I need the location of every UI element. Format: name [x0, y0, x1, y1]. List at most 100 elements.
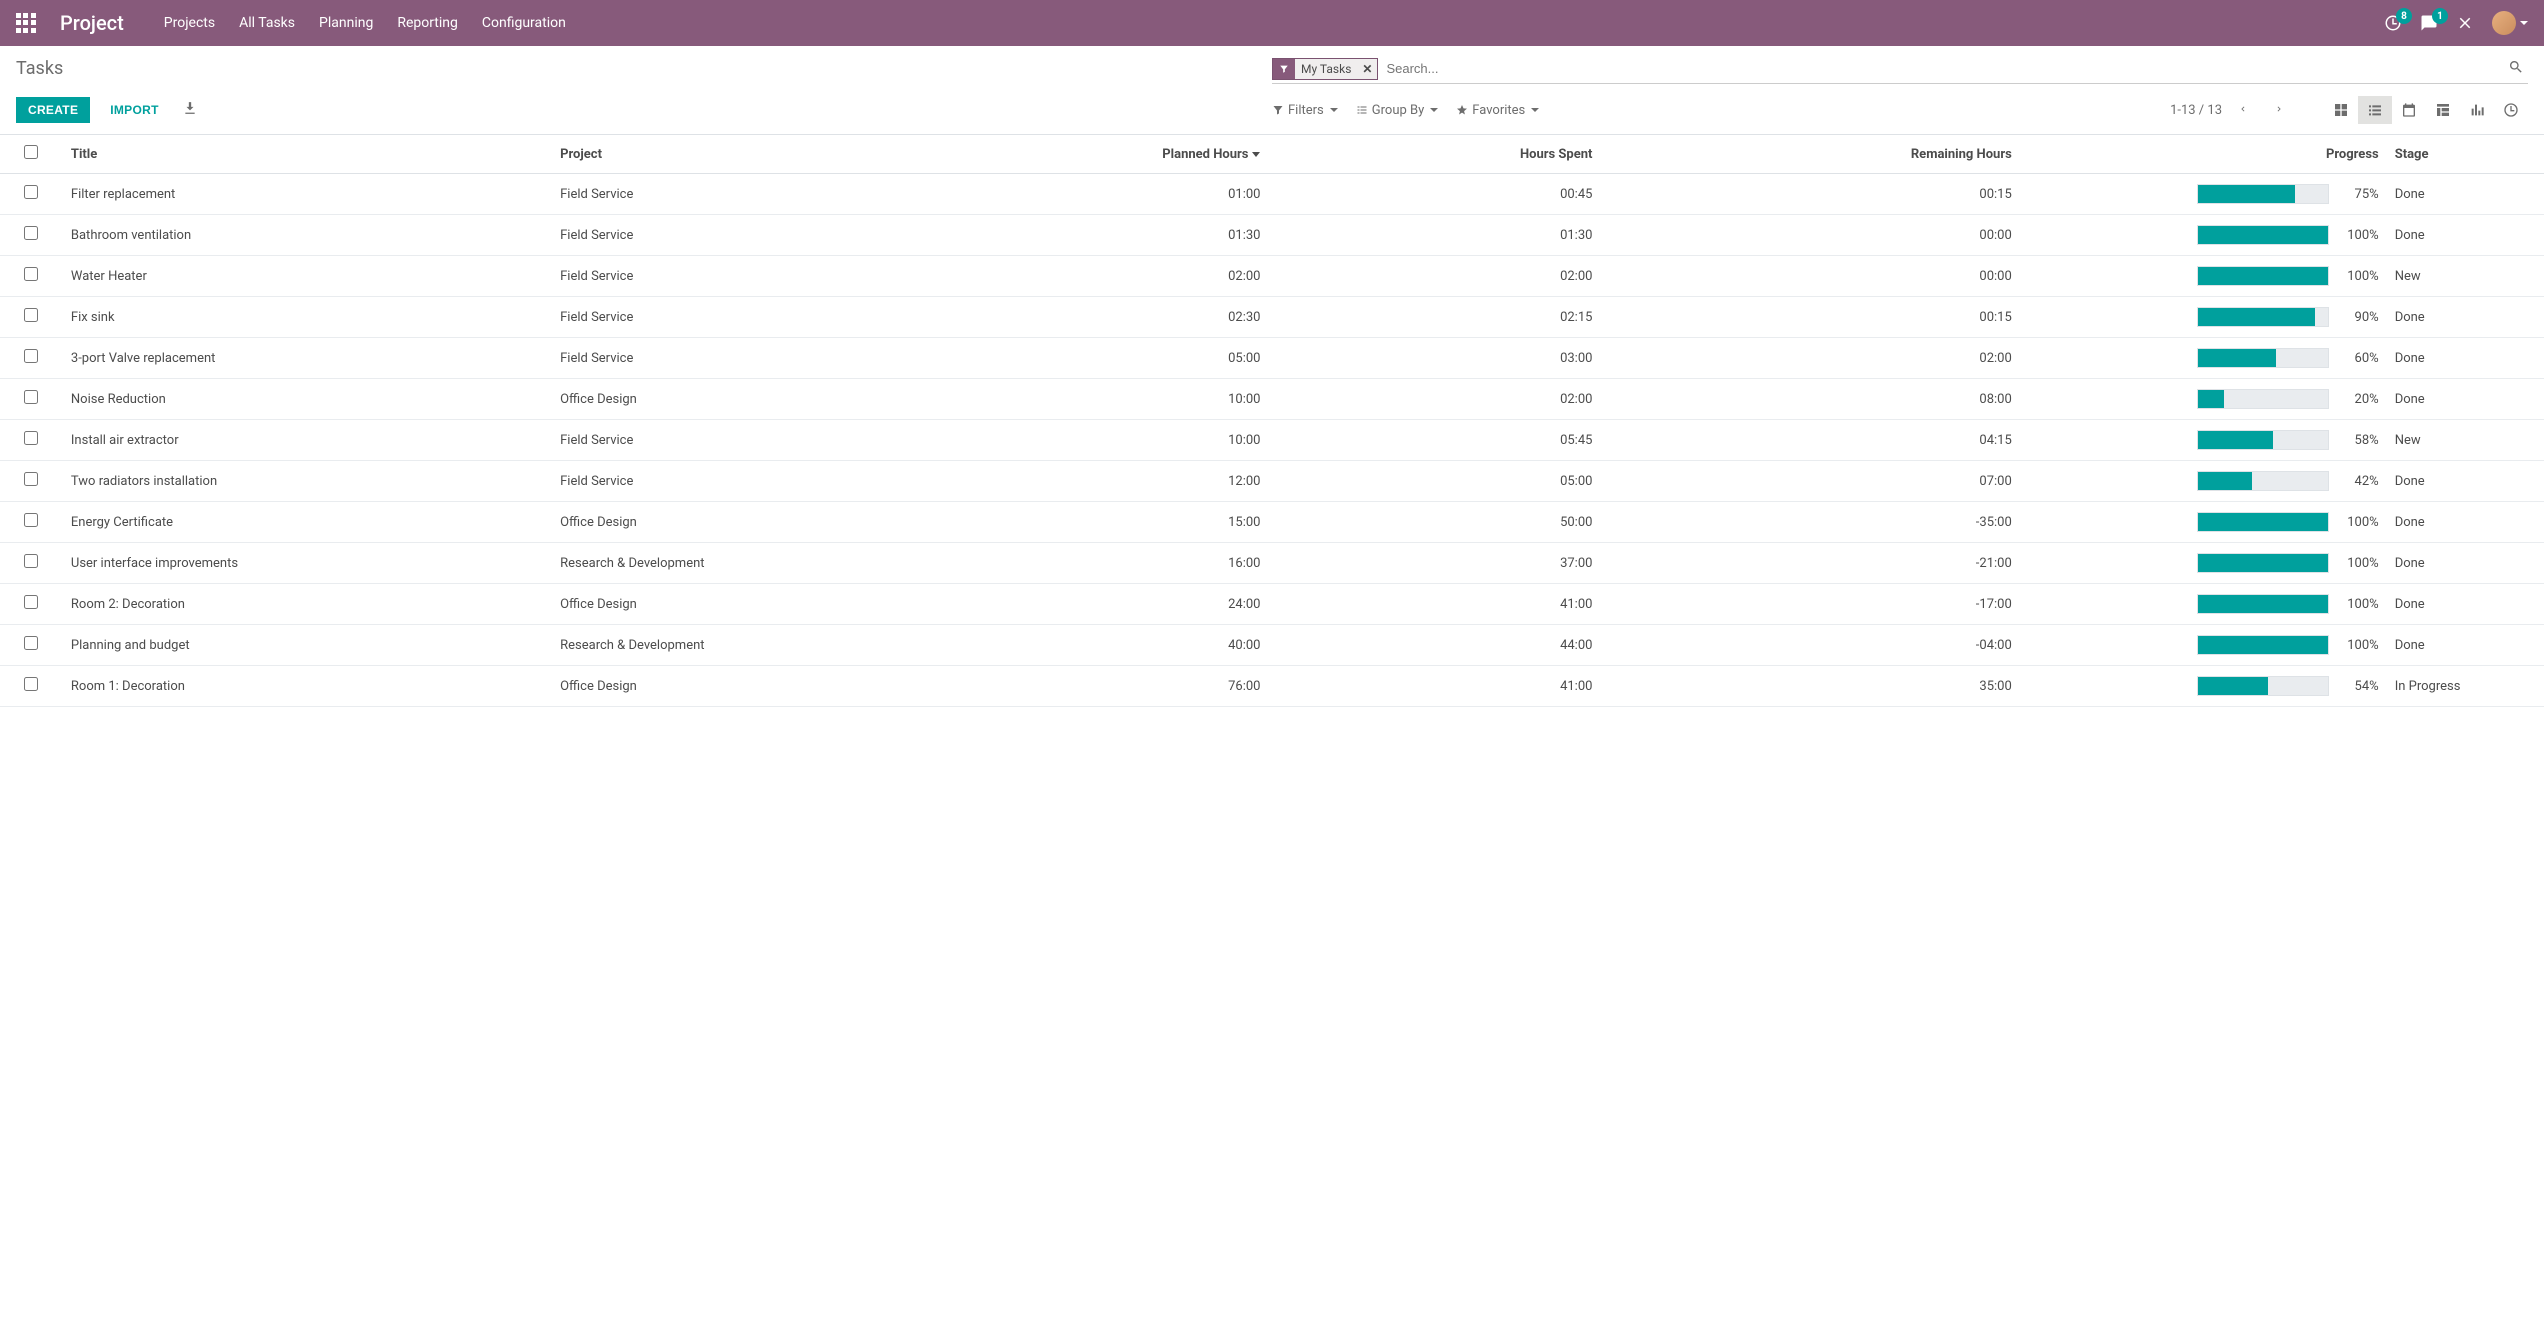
- row-checkbox[interactable]: [24, 513, 38, 527]
- user-menu[interactable]: [2492, 11, 2528, 35]
- activity-view-button[interactable]: [2494, 96, 2528, 124]
- cell-stage: New: [2387, 256, 2544, 297]
- cell-title: User interface improvements: [63, 543, 552, 584]
- col-remaining-hours[interactable]: Remaining Hours: [1600, 135, 2019, 174]
- search-bar[interactable]: My Tasks ✕: [1272, 54, 2528, 84]
- task-list: Title Project Planned Hours Hours Spent …: [0, 134, 2544, 707]
- pager-next[interactable]: [2264, 97, 2294, 124]
- chevron-right-icon: [2274, 104, 2284, 114]
- cell-planned: 02:00: [971, 256, 1268, 297]
- nav-configuration[interactable]: Configuration: [482, 15, 566, 31]
- cell-title: Room 2: Decoration: [63, 584, 552, 625]
- kanban-view-button[interactable]: [2324, 96, 2358, 124]
- progress-pct: 100%: [2339, 556, 2379, 571]
- progress-bar: [2197, 471, 2329, 491]
- row-checkbox[interactable]: [24, 185, 38, 199]
- table-row[interactable]: Filter replacementField Service01:0000:4…: [0, 174, 2544, 215]
- activities-icon[interactable]: 8: [2384, 14, 2402, 32]
- progress-pct: 54%: [2339, 679, 2379, 694]
- cell-progress: 90%: [2020, 297, 2387, 338]
- cell-project: Office Design: [552, 666, 971, 707]
- close-icon[interactable]: [2456, 14, 2474, 32]
- cell-remaining: 04:15: [1600, 420, 2019, 461]
- pager-prev[interactable]: [2228, 97, 2258, 124]
- table-row[interactable]: Two radiators installationField Service1…: [0, 461, 2544, 502]
- cell-title: Filter replacement: [63, 174, 552, 215]
- table-row[interactable]: Room 1: DecorationOffice Design76:0041:0…: [0, 666, 2544, 707]
- calendar-view-button[interactable]: [2392, 96, 2426, 124]
- row-checkbox[interactable]: [24, 267, 38, 281]
- row-checkbox[interactable]: [24, 677, 38, 691]
- table-row[interactable]: Bathroom ventilationField Service01:3001…: [0, 215, 2544, 256]
- cell-spent: 02:15: [1268, 297, 1600, 338]
- cell-title: Room 1: Decoration: [63, 666, 552, 707]
- table-row[interactable]: User interface improvementsResearch & De…: [0, 543, 2544, 584]
- col-stage[interactable]: Stage: [2387, 135, 2544, 174]
- col-planned-hours[interactable]: Planned Hours: [971, 135, 1268, 174]
- table-row[interactable]: Planning and budgetResearch & Developmen…: [0, 625, 2544, 666]
- table-row[interactable]: Install air extractorField Service10:000…: [0, 420, 2544, 461]
- favorites-label: Favorites: [1472, 103, 1525, 118]
- select-all-checkbox[interactable]: [24, 145, 38, 159]
- nav-all-tasks[interactable]: All Tasks: [239, 15, 295, 31]
- row-checkbox[interactable]: [24, 226, 38, 240]
- row-checkbox[interactable]: [24, 431, 38, 445]
- import-button[interactable]: IMPORT: [102, 97, 166, 123]
- nav-reporting[interactable]: Reporting: [397, 15, 458, 31]
- cell-progress: 54%: [2020, 666, 2387, 707]
- progress-bar: [2197, 389, 2329, 409]
- nav-projects[interactable]: Projects: [164, 15, 215, 31]
- cell-remaining: 08:00: [1600, 379, 2019, 420]
- pager-range[interactable]: 1-13 / 13: [2170, 103, 2222, 118]
- cell-title: Install air extractor: [63, 420, 552, 461]
- col-title[interactable]: Title: [63, 135, 552, 174]
- cell-planned: 10:00: [971, 379, 1268, 420]
- cell-title: Planning and budget: [63, 625, 552, 666]
- pivot-view-button[interactable]: [2426, 96, 2460, 124]
- row-checkbox[interactable]: [24, 595, 38, 609]
- cell-spent: 03:00: [1268, 338, 1600, 379]
- search-facet: My Tasks ✕: [1272, 58, 1378, 80]
- create-button[interactable]: CREATE: [16, 97, 90, 123]
- col-hours-spent[interactable]: Hours Spent: [1268, 135, 1600, 174]
- caret-down-icon: [1531, 108, 1539, 112]
- apps-icon[interactable]: [16, 13, 36, 33]
- app-brand[interactable]: Project: [60, 11, 124, 35]
- cell-planned: 40:00: [971, 625, 1268, 666]
- cell-stage: New: [2387, 420, 2544, 461]
- table-row[interactable]: Energy CertificateOffice Design15:0050:0…: [0, 502, 2544, 543]
- funnel-icon: [1273, 64, 1295, 74]
- messages-badge: 1: [2432, 8, 2448, 24]
- list-view-button[interactable]: [2358, 96, 2392, 124]
- caret-down-icon: [1430, 108, 1438, 112]
- cell-project: Office Design: [552, 584, 971, 625]
- table-row[interactable]: Water HeaterField Service02:0002:0000:00…: [0, 256, 2544, 297]
- graph-view-button[interactable]: [2460, 96, 2494, 124]
- search-icon[interactable]: [2504, 59, 2528, 79]
- favorites-dropdown[interactable]: Favorites: [1456, 103, 1539, 118]
- cell-project: Research & Development: [552, 625, 971, 666]
- view-switcher: [2324, 96, 2528, 124]
- row-checkbox[interactable]: [24, 636, 38, 650]
- download-icon[interactable]: [179, 97, 201, 123]
- row-checkbox[interactable]: [24, 472, 38, 486]
- col-project[interactable]: Project: [552, 135, 971, 174]
- table-row[interactable]: Room 2: DecorationOffice Design24:0041:0…: [0, 584, 2544, 625]
- row-checkbox[interactable]: [24, 390, 38, 404]
- groupby-dropdown[interactable]: Group By: [1356, 103, 1439, 118]
- row-checkbox[interactable]: [24, 349, 38, 363]
- row-checkbox[interactable]: [24, 554, 38, 568]
- row-checkbox[interactable]: [24, 308, 38, 322]
- filters-dropdown[interactable]: Filters: [1272, 103, 1338, 118]
- messages-icon[interactable]: 1: [2420, 14, 2438, 32]
- search-input[interactable]: [1378, 57, 2504, 80]
- col-progress[interactable]: Progress: [2020, 135, 2387, 174]
- cell-progress: 100%: [2020, 256, 2387, 297]
- nav-planning[interactable]: Planning: [319, 15, 373, 31]
- caret-down-icon: [1330, 108, 1338, 112]
- table-row[interactable]: Noise ReductionOffice Design10:0002:0008…: [0, 379, 2544, 420]
- table-row[interactable]: Fix sinkField Service02:3002:1500:1590%D…: [0, 297, 2544, 338]
- table-row[interactable]: 3-port Valve replacementField Service05:…: [0, 338, 2544, 379]
- facet-remove[interactable]: ✕: [1357, 59, 1377, 79]
- filters-label: Filters: [1288, 103, 1324, 118]
